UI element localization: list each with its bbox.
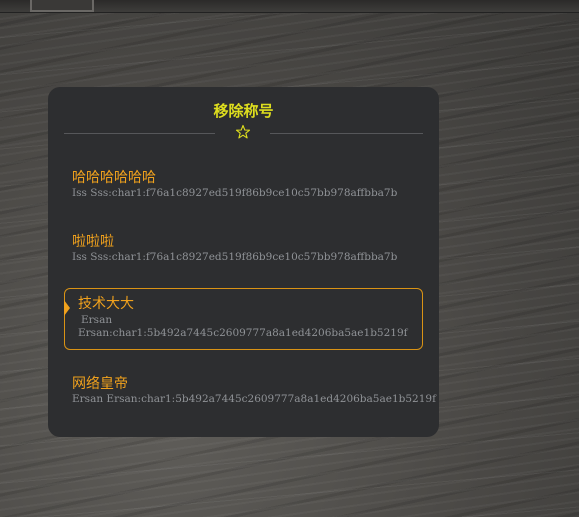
title-list-item[interactable]: 哈哈哈哈哈哈 Iss Sss:char1:f76a1c8927ed519f86b… <box>72 169 431 200</box>
header-divider-left <box>64 133 215 134</box>
header-divider-right <box>270 133 423 134</box>
remove-title-panel: 移除称号 哈哈哈哈哈哈 Iss Sss:char1:f76a1c8927ed51… <box>48 87 439 437</box>
title-list-item-selected[interactable]: 技术大大 Ersan Ersan:char1:5b492a7445c260977… <box>64 288 423 350</box>
title-list-item[interactable]: 网络皇帝 Ersan Ersan:char1:5b492a7445c260977… <box>72 375 436 406</box>
star-outline-icon <box>235 124 251 139</box>
selection-arrow-icon <box>64 300 70 316</box>
title-name: 网络皇帝 <box>72 376 128 392</box>
title-name: 啦啦啦 <box>72 234 114 250</box>
title-list-item[interactable]: 啦啦啦 Iss Sss:char1:f76a1c8927ed519f86b9ce… <box>72 233 431 264</box>
title-name: 哈哈哈哈哈哈 <box>72 170 156 186</box>
top-bar-notch <box>30 0 94 12</box>
top-bar <box>0 0 579 13</box>
title-owner: Ersan Ersan:char1:5b492a7445c2609777a8a1… <box>72 393 436 405</box>
title-owner-first: Ersan <box>81 314 113 326</box>
title-owner: Iss Sss:char1:f76a1c8927ed519f86b9ce10c5… <box>72 187 398 199</box>
title-owner: Iss Sss:char1:f76a1c8927ed519f86b9ce10c5… <box>72 251 398 263</box>
title-name: 技术大大 <box>78 296 134 312</box>
panel-title: 移除称号 <box>213 102 274 120</box>
title-owner: Ersan:char1:5b492a7445c2609777a8a1ed4206… <box>78 327 408 339</box>
